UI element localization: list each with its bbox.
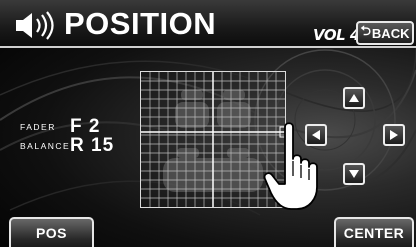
up-button[interactable] <box>343 87 365 109</box>
pos-button[interactable]: POS <box>9 217 94 247</box>
fader-readout: FADER F 2 <box>20 116 100 137</box>
back-button[interactable]: ⮌ BACK <box>356 21 414 45</box>
arrow-up-icon <box>349 94 359 102</box>
arrow-right-icon <box>390 130 398 140</box>
speaker-icon <box>16 11 54 40</box>
back-button-label: BACK <box>371 25 410 41</box>
balance-value: R 15 <box>70 135 115 156</box>
balance-readout: BALANCE R 15 <box>20 135 115 156</box>
position-screen: POSITION VOL 40 ⮌ BACK FADER F 2 BALANCE… <box>0 0 416 247</box>
center-button[interactable]: CENTER <box>334 217 414 247</box>
pointing-hand-icon <box>263 122 318 210</box>
center-button-label: CENTER <box>343 225 405 241</box>
right-button[interactable] <box>383 124 405 146</box>
header-bar: POSITION VOL 40 ⮌ BACK <box>0 0 416 48</box>
fader-label: FADER <box>20 122 56 132</box>
page-title: POSITION <box>64 6 217 41</box>
arrow-down-icon <box>349 170 359 178</box>
balance-label: BALANCE <box>20 141 71 151</box>
return-arrow-icon: ⮌ <box>360 23 371 38</box>
down-button[interactable] <box>343 163 365 185</box>
pos-button-label: POS <box>35 225 68 241</box>
